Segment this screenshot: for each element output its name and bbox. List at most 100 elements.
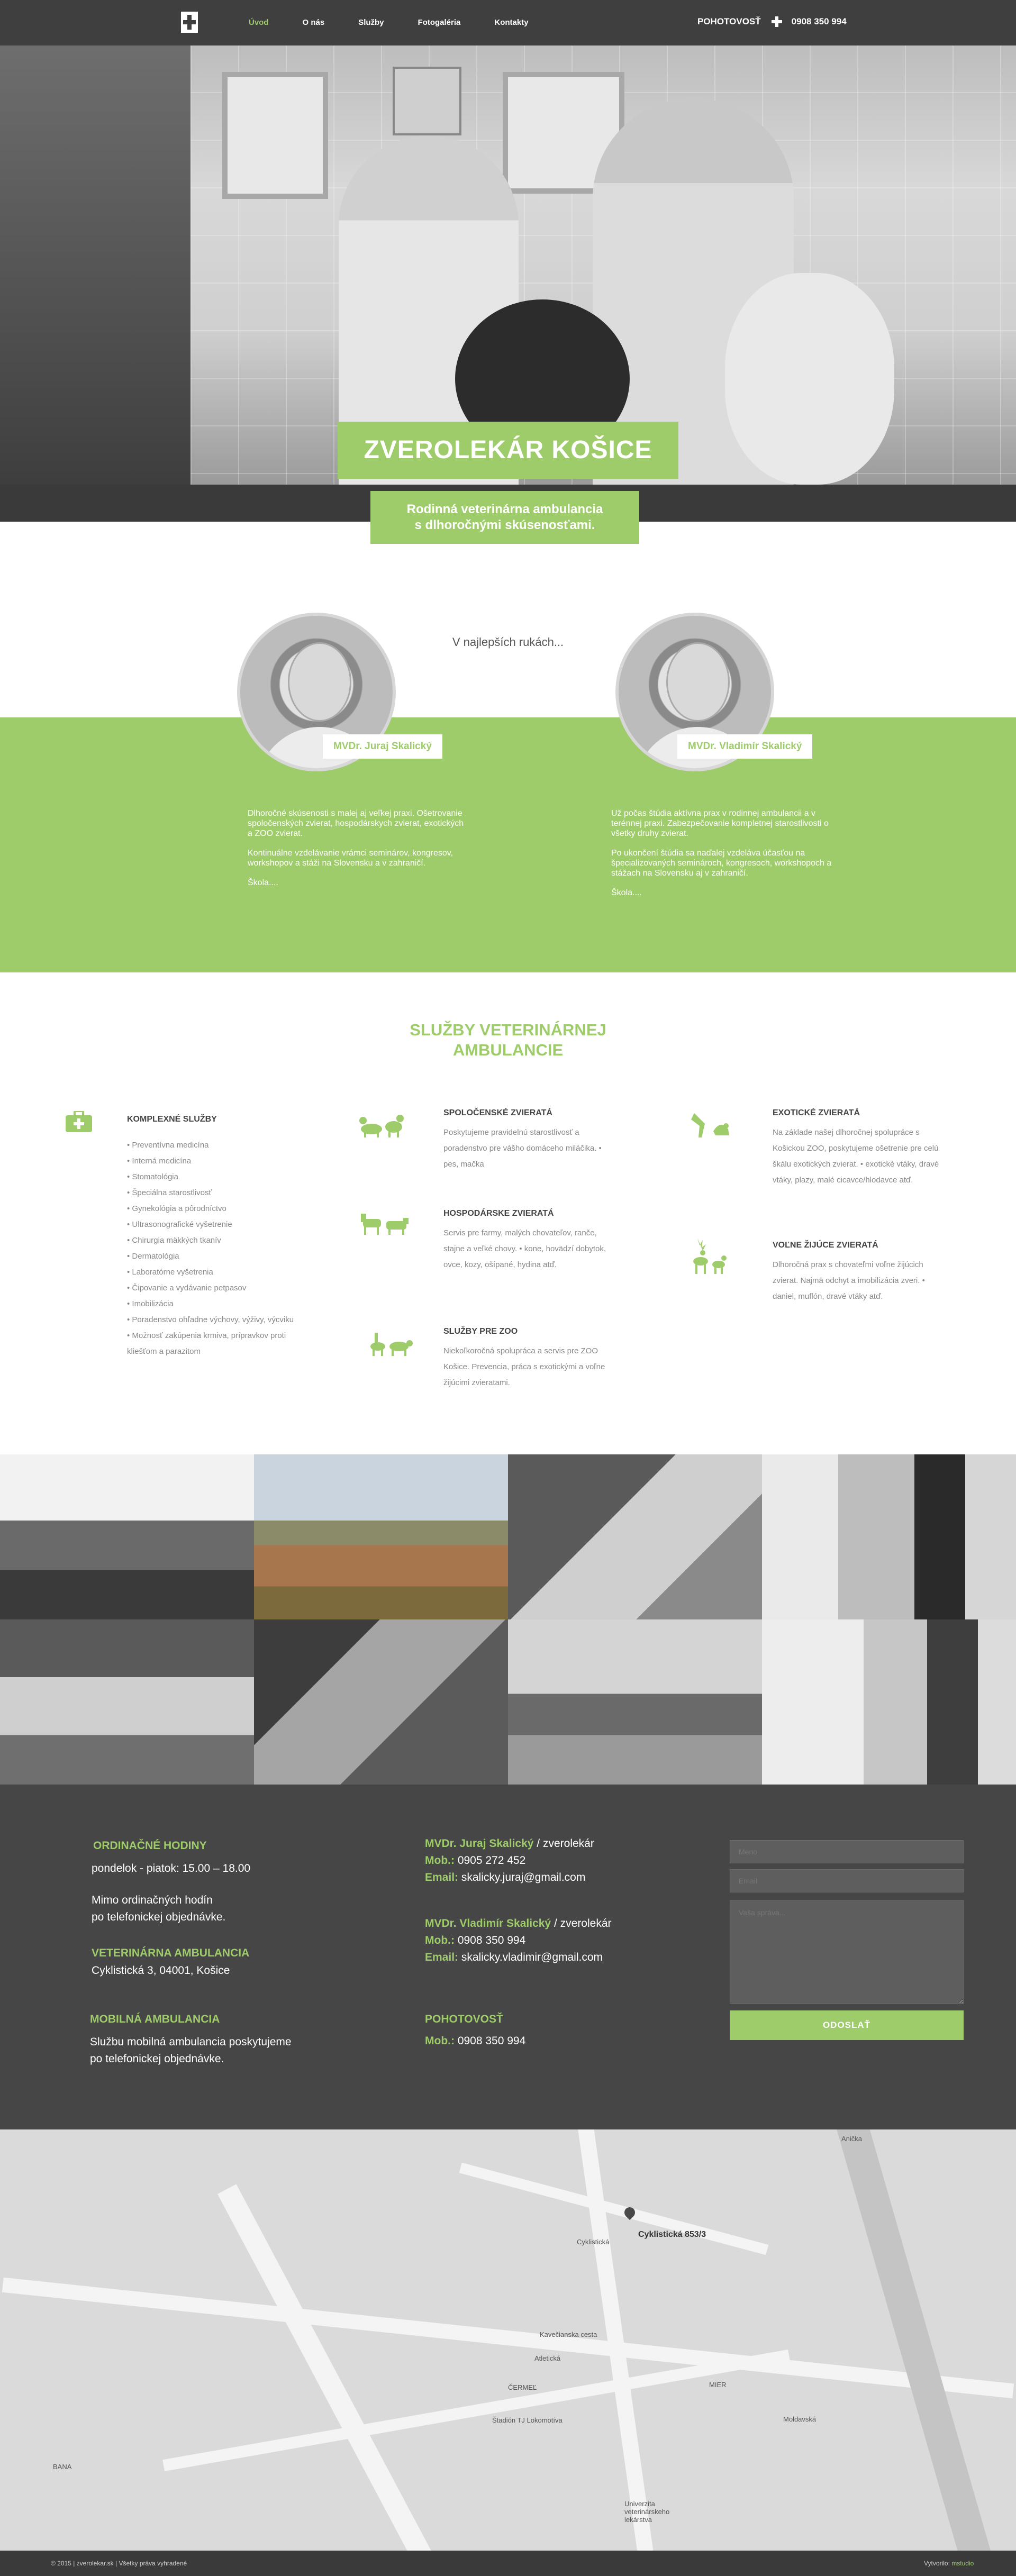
map-railway — [834, 2129, 996, 2551]
map-road — [2, 2277, 1014, 2399]
doctor2-mob[interactable]: 0908 350 994 — [458, 1934, 525, 1946]
doctor2-mob-label: Mob.: — [425, 1934, 455, 1946]
doctor2-name: MVDr. Vladimír Skalický — [425, 1917, 551, 1929]
doctor-juraj-paragraph-2: Kontinuálne vzdelávanie vrámci seminárov… — [248, 849, 453, 868]
gallery-photo-lioness[interactable] — [0, 1619, 254, 1785]
service-heading-companion: SPOLOČENSKÉ ZVIERATÁ — [443, 1108, 552, 1117]
gallery-photo-exam[interactable] — [508, 1454, 762, 1619]
hero-subtitle: Rodinná veterinárna ambulancia s dlhoroč… — [370, 491, 639, 544]
location-map[interactable]: Cyklistická Kavečianska cesta Atletická … — [0, 2129, 1016, 2551]
emergency-contact[interactable]: POHOTOVOSŤ 0908 350 994 — [697, 16, 847, 27]
mobile-heading: MOBILNÁ AMBULANCIA — [90, 2013, 220, 2025]
footer-bar: © 2015 | zverolekar.sk | Všetky práva vy… — [0, 2551, 1016, 2576]
map-label-area: ČERMEĽ — [508, 2383, 537, 2391]
mobile-text-line2: po telefonickej objednávke. — [90, 2053, 224, 2065]
map-label-place: Univerzita veterinárskeho lekárstva — [624, 2500, 670, 2524]
top-navbar: Úvod O nás Služby Fotogaléria Kontakty P… — [0, 0, 1016, 45]
doctor1-name-row: MVDr. Juraj Skalický / zverolekár — [425, 1835, 594, 1852]
service-text-wild: Dlhoročná prax s chovateľmi voľne žijúci… — [773, 1260, 925, 1301]
services-title-line2: AMBULANCIE — [452, 1041, 564, 1059]
doctor-head — [666, 642, 730, 722]
doctor1-email[interactable]: skalicky.juraj@gmail.com — [461, 1871, 585, 1883]
hours-note: Mimo ordinačných hodín po telefonickej o… — [92, 1892, 225, 1926]
hero-subtitle-line2: s dlhoročnými skúsenosťami. — [414, 518, 595, 532]
map-label-street: Kavečianska cesta — [540, 2331, 597, 2338]
footer-credit-prefix: Vytvorilo: — [924, 2560, 950, 2567]
nav-item-kontakty[interactable]: Kontakty — [494, 18, 528, 27]
doctor1-role: / zverolekár — [537, 1837, 594, 1850]
doctor1-contact: MVDr. Juraj Skalický / zverolekár Mob.: … — [425, 1835, 594, 1886]
doctor1-mob-row: Mob.: 0905 272 452 — [425, 1852, 594, 1869]
list-item: • Preventívna medicína — [127, 1141, 209, 1150]
doctor-text-vladimir: Už počas štúdia aktívna prax v rodinnej … — [611, 808, 833, 907]
birds-icon — [689, 1108, 731, 1142]
name-field[interactable] — [730, 1840, 964, 1863]
doctor-vladimir-school-link[interactable]: Škola.... — [611, 888, 833, 898]
nav-item-fotogaleria[interactable]: Fotogaléria — [418, 18, 461, 27]
gallery-photo-stethoscope[interactable] — [762, 1619, 1016, 1785]
emergency-phone[interactable]: 0908 350 994 — [792, 16, 847, 27]
list-item: • Imobilizácia — [127, 1299, 174, 1308]
gallery-photo-dog-table[interactable] — [508, 1619, 762, 1785]
emergency-mob[interactable]: 0908 350 994 — [458, 2035, 525, 2047]
nav-item-uvod[interactable]: Úvod — [249, 18, 269, 27]
gallery-photo-building[interactable] — [0, 1454, 254, 1619]
map-label-street: Cyklistická — [577, 2238, 610, 2246]
email-field[interactable] — [730, 1869, 964, 1892]
cross-icon — [771, 16, 782, 27]
map-label-place: Štadión TJ Lokomotíva — [492, 2416, 563, 2424]
gallery-photo-treatment[interactable] — [254, 1619, 508, 1785]
doctor-juraj-school-link[interactable]: Škola.... — [248, 878, 470, 888]
nav-item-sluzby[interactable]: Služby — [358, 18, 384, 27]
footer-credit-link[interactable]: mstudio — [951, 2560, 974, 2567]
hero-window-left — [222, 72, 328, 199]
doctor-vladimir-paragraph-2: Po ukončení štúdia sa naďalej vzdeláva ú… — [611, 849, 832, 878]
map-label-street: Atletická — [534, 2354, 561, 2362]
doctor1-mob[interactable]: 0905 272 452 — [458, 1854, 525, 1867]
horse-cow-icon — [361, 1212, 409, 1237]
clinic-heading: VETERINÁRNA AMBULANCIA — [92, 1947, 250, 1959]
doctor1-mob-label: Mob.: — [425, 1854, 455, 1867]
doctor2-email[interactable]: skalicky.vladimir@gmail.com — [461, 1951, 603, 1963]
gallery-photo-horses[interactable] — [254, 1454, 508, 1619]
hero-title: ZVEROLEKÁR KOŠICE — [338, 422, 678, 479]
clinic-logo-icon[interactable] — [179, 10, 200, 35]
doctor-text-juraj: Dlhoročné skúsenosti s malej aj veľkej p… — [248, 808, 470, 897]
list-item: • Interná medicína — [127, 1157, 192, 1166]
emergency-mob-label: Mob.: — [425, 2035, 455, 2047]
complex-services-list: • Preventívna medicína • Interná medicín… — [127, 1137, 296, 1360]
hours-heading: ORDINAČNÉ HODINY — [93, 1840, 207, 1852]
doctor2-email-label: Email: — [425, 1951, 459, 1963]
list-item: • Chirurgia mäkkých tkanív — [127, 1236, 221, 1245]
doctor-vladimir-paragraph-1: Už počas štúdia aktívna prax v rodinnej … — [611, 809, 829, 838]
nav-item-o-nas[interactable]: O nás — [303, 18, 325, 27]
map-road — [217, 2184, 460, 2551]
zoo-animals-icon — [365, 1331, 413, 1360]
hours-text: pondelok - piatok: 15.00 – 18.00 — [92, 1862, 251, 1874]
submit-button[interactable]: ODOSLAŤ — [730, 2010, 964, 2040]
emergency-label: POHOTOVOSŤ — [697, 16, 761, 26]
emergency-heading: POHOTOVOSŤ — [425, 2013, 503, 2025]
emergency-contact-row: Mob.: 0908 350 994 — [425, 2033, 525, 2050]
mobile-text-line1: Službu mobilná ambulancia poskytujeme — [90, 2036, 292, 2048]
map-road — [459, 2162, 769, 2255]
map-label-area: BANA — [53, 2463, 72, 2471]
service-heading-zoo: SLUŽBY PRE ZOO — [443, 1327, 518, 1336]
doctor-name-tag-juraj: MVDr. Juraj Skalický — [323, 734, 442, 759]
map-label-street: Moldavská — [783, 2415, 817, 2423]
doctor2-email-row: Email: skalicky.vladimir@gmail.com — [425, 1949, 612, 1966]
doctor2-name-row: MVDr. Vladimír Skalický / zverolekár — [425, 1915, 612, 1932]
footer-copyright: © 2015 | zverolekar.sk | Všetky práva vy… — [51, 2560, 187, 2567]
services-title-line1: SLUŽBY VETERINÁRNEJ — [410, 1021, 606, 1039]
list-item: • Ultrasonografické vyšetrenie — [127, 1220, 232, 1229]
list-item: • Gynekológia a pôrodníctvo — [127, 1204, 226, 1213]
list-item: • Laboratórne vyšetrenia — [127, 1268, 213, 1277]
service-heading-farm: HOSPODÁRSKE ZVIERATÁ — [443, 1209, 554, 1218]
clinic-address: Cyklistická 3, 04001, Košice — [92, 1964, 230, 1977]
message-field[interactable] — [730, 1900, 964, 2004]
service-text-exotic: Na základe našej dlhoročnej spolupráce s… — [773, 1128, 939, 1185]
gallery-photo-vet-dog[interactable] — [762, 1454, 1016, 1619]
doctor2-contact: MVDr. Vladimír Skalický / zverolekár Mob… — [425, 1915, 612, 1966]
service-heading-exotic: EXOTICKÉ ZVIERATÁ — [773, 1108, 860, 1117]
map-road — [162, 2349, 790, 2472]
